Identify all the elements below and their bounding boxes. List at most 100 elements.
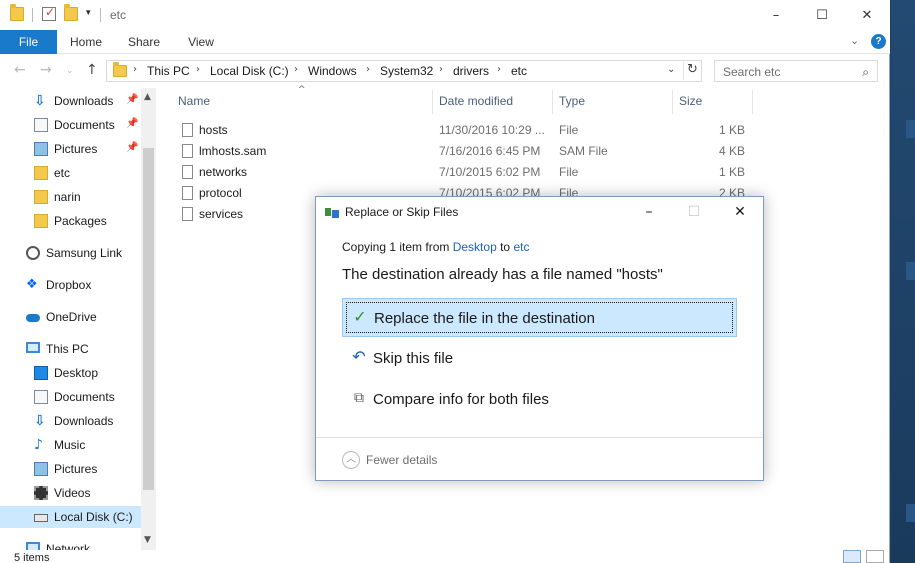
divider[interactable] [552,90,553,114]
music-icon: ♪ [34,437,43,453]
chevron-right-icon[interactable]: › [497,64,501,75]
sidebar-item-etc[interactable]: etc [0,162,141,184]
pin-icon[interactable]: 📌 [126,118,138,129]
address-dropdown-icon[interactable]: ⌄ [667,64,675,75]
download-icon: ⇩ [34,413,46,429]
sidebar-item-this-pc[interactable]: This PC [0,338,141,360]
customize-toolbar-icon[interactable]: ▾ [86,8,91,18]
sidebar-item-label: Downloads [54,94,114,108]
chevron-up-icon[interactable]: ︿ [342,451,360,469]
destination-link[interactable]: etc [513,240,529,254]
sidebar-item-downloads-pc[interactable]: ⇩ Downloads [0,410,141,432]
breadcrumb-drivers[interactable]: drivers [453,64,489,78]
divider[interactable] [672,90,673,114]
folder-icon [113,62,127,77]
sidebar-item-onedrive[interactable]: OneDrive [0,306,141,328]
recent-locations-icon[interactable]: ⌄ [66,66,74,76]
table-row[interactable]: lmhosts.sam 7/16/2016 6:45 PM SAM File 4… [176,141,756,162]
divider[interactable] [432,90,433,114]
sidebar-item-pictures-pc[interactable]: Pictures [0,458,141,480]
divider[interactable] [752,90,753,114]
sidebar-item-videos[interactable]: Videos [0,482,141,504]
close-button[interactable]: ✕ [844,0,890,30]
forward-arrow-icon[interactable]: → [40,62,52,78]
breadcrumb-etc[interactable]: etc [511,64,527,78]
pin-icon[interactable]: 📌 [126,94,138,105]
videos-icon [34,486,48,500]
compare-icon: ⧉ [354,390,364,406]
minimize-button[interactable]: – [753,0,799,30]
column-header-type[interactable]: Type [559,94,585,108]
pin-icon[interactable]: 📌 [126,142,138,153]
dialog-close-button[interactable]: ✕ [725,201,755,223]
column-header-date[interactable]: Date modified [439,94,513,108]
breadcrumb-windows[interactable]: Windows [308,64,357,78]
back-arrow-icon[interactable]: ← [14,62,26,78]
chevron-right-icon[interactable]: › [196,64,200,75]
folder-icon [34,166,48,180]
sidebar-scrollbar[interactable]: ▲ ▼ [141,88,156,550]
maximize-button[interactable]: ☐ [799,0,845,30]
chevron-right-icon[interactable]: › [133,64,137,75]
file-icon [182,123,193,137]
tab-file[interactable]: File [0,30,57,54]
check-icon: ✓ [353,307,367,326]
breadcrumb-this-pc[interactable]: This PC [147,64,190,78]
chevron-right-icon[interactable]: › [439,64,443,75]
sidebar-item-local-disk[interactable]: Local Disk (C:) [0,506,141,528]
sidebar-item-downloads[interactable]: ⇩ Downloads 📌 [0,90,141,112]
fewer-details-button[interactable]: Fewer details [366,453,437,467]
search-icon[interactable]: ⌕ [862,65,869,80]
replace-file-option[interactable]: ✓ Replace the file in the destination [342,298,737,337]
chevron-right-icon[interactable]: › [366,64,370,75]
sidebar-item-label: Downloads [54,414,114,428]
sidebar-item-music[interactable]: ♪ Music [0,434,141,456]
sidebar-item-packages[interactable]: Packages [0,210,141,232]
breadcrumb-local-disk[interactable]: Local Disk (C:) [210,64,289,78]
chevron-right-icon[interactable]: › [294,64,298,75]
window-title: etc [110,8,127,22]
folder-icon [34,214,48,228]
up-arrow-icon[interactable]: ↑ [86,62,98,78]
refresh-icon[interactable]: ↻ [683,62,701,80]
tab-share[interactable]: Share [120,30,168,54]
file-size: 1 KB [718,165,745,179]
dialog-minimize-button[interactable]: – [634,201,664,223]
expand-ribbon-icon[interactable]: ⌄ [850,34,859,47]
sidebar-item-dropbox[interactable]: ❖ Dropbox [0,274,141,296]
column-header-name[interactable]: Name [178,94,210,108]
properties-icon[interactable] [42,5,56,21]
compare-files-option[interactable]: ⧉ Compare info for both files [342,380,737,419]
table-row[interactable]: hosts 11/30/2016 10:29 ... File 1 KB [176,120,756,141]
breadcrumb-system32[interactable]: System32 [380,64,433,78]
sidebar-item-samsung-link[interactable]: Samsung Link [0,242,141,264]
sidebar-item-label: Documents [54,118,115,132]
sidebar-item-network[interactable]: Network [0,538,141,550]
search-input[interactable]: Search etc ⌕ [714,60,878,82]
new-folder-icon[interactable] [64,4,78,21]
divider [32,8,33,22]
tab-home[interactable]: Home [62,30,110,54]
sidebar-item-documents[interactable]: Documents 📌 [0,114,141,136]
address-bar[interactable]: › This PC › Local Disk (C:) › Windows › … [106,60,702,82]
scroll-up-icon[interactable]: ▲ [144,92,151,102]
sidebar-item-label: Packages [54,214,107,228]
sidebar-item-label: Documents [54,390,115,404]
sidebar-item-label: narin [54,190,81,204]
sidebar-item-narin[interactable]: narin [0,186,141,208]
sidebar-item-documents-pc[interactable]: Documents [0,386,141,408]
skip-file-option[interactable]: ↶ Skip this file [342,339,737,378]
tab-view[interactable]: View [177,30,225,54]
large-icons-view-icon[interactable] [866,550,884,563]
sidebar-item-desktop[interactable]: Desktop [0,362,141,384]
table-row[interactable]: networks 7/10/2015 6:02 PM File 1 KB [176,162,756,183]
scroll-down-icon[interactable]: ▼ [144,535,151,545]
sidebar-item-pictures[interactable]: Pictures 📌 [0,138,141,160]
column-header-size[interactable]: Size [679,94,702,108]
source-link[interactable]: Desktop [453,240,497,254]
sidebar-item-label: Samsung Link [46,246,123,260]
details-view-icon[interactable] [843,550,861,563]
scrollbar-thumb[interactable] [143,148,154,490]
option-label: Compare info for both files [373,391,549,408]
help-button[interactable]: ? [871,34,886,49]
